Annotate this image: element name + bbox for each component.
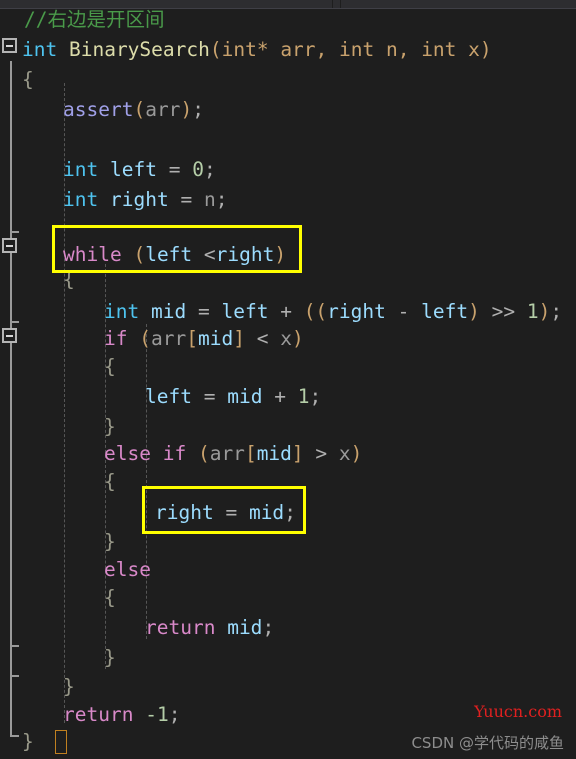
code-line-return-mid[interactable]: return mid; [145,613,274,643]
var-mid: mid [227,616,263,639]
code-line-open-brace-elseif[interactable]: { [104,467,116,497]
number-neg-one: -1 [145,703,169,726]
code-line-open-brace-else[interactable]: { [104,583,116,613]
watermark-site: Yuucn.com [474,702,562,721]
code-line-while[interactable]: while (left <right) [63,240,286,270]
code-line-signature[interactable]: int BinarySearch(int* arr, int n, int x) [22,35,492,65]
brace-glyph: { [22,68,34,91]
comment-text: //右边是开区间 [24,8,165,31]
keyword-return: return [63,703,134,726]
function-name: BinarySearch [68,38,210,61]
brace-glyph: { [104,586,116,609]
var-x: x [280,327,292,350]
macro-assert: assert [63,98,134,121]
var-right: right [327,300,386,323]
brace-glyph: } [22,730,34,753]
var-right: right [155,501,214,524]
var-mid: mid [256,442,292,465]
code-line-close-brace-else[interactable]: } [104,643,116,673]
var-mid: mid [197,327,234,350]
brace-glyph: } [104,530,116,553]
keyword-return: return [145,616,216,639]
code-line-right-decl[interactable]: int right = n; [63,185,227,215]
number-one: 1 [297,385,310,408]
code-line-open-brace-while[interactable]: { [63,265,75,295]
var-mid: mid [227,385,263,408]
brace-glyph: { [104,470,116,493]
code-line-left-decl[interactable]: int left = 0; [63,155,216,185]
var-arr: arr [209,442,245,465]
code-line-else[interactable]: else [104,555,151,585]
var-x: x [338,442,351,465]
code-line-assert[interactable]: assert(arr); [63,95,204,125]
var-left: left [109,158,157,181]
var-left: left [145,243,193,266]
keyword-int: int [22,38,58,61]
var-mid: mid [248,501,285,524]
var-n: n [203,188,216,211]
keyword-int: int [63,158,99,181]
keyword-else: else [104,442,151,465]
brace-match-highlight [55,730,67,754]
var-left: left [221,300,269,323]
code-content[interactable]: //右边是开区间 int BinarySearch(int* arr, int … [0,8,576,759]
keyword-else: else [104,558,151,581]
signature-params: (int* arr, int n, int x) [209,38,492,61]
var-right: right [215,243,275,266]
code-line-close-brace-fn[interactable]: } [22,727,34,757]
var-arr: arr [150,327,187,350]
code-line-comment[interactable]: //右边是开区间 [24,5,164,35]
number-one: 1 [526,300,539,323]
keyword-if: if [104,327,128,350]
var-arr: arr [145,98,181,121]
code-line-close-brace-elseif[interactable]: } [104,527,116,557]
code-line-return-neg-one[interactable]: return -1; [63,700,180,730]
code-line-if[interactable]: if (arr[mid] < x) [104,324,304,354]
keyword-int: int [104,300,140,323]
code-line-open-brace-if[interactable]: { [104,352,116,382]
watermark-csdn: CSDN @学代码的咸鱼 [411,734,564,752]
code-line-open-brace-fn[interactable]: { [22,65,34,95]
brace-glyph: } [104,646,116,669]
code-line-mid-calc[interactable]: int mid = left + ((right - left) >> 1); [104,297,562,327]
brace-glyph: } [63,675,75,698]
code-line-close-brace-while[interactable]: } [63,672,75,702]
brace-glyph: { [104,355,116,378]
var-mid: mid [150,300,187,323]
keyword-while: while [63,243,122,266]
code-editor[interactable]: //右边是开区间 int BinarySearch(int* arr, int … [0,8,576,759]
keyword-if: if [162,442,187,465]
code-line-right-assign[interactable]: right = mid; [155,498,296,528]
number-zero: 0 [192,158,204,181]
code-line-else-if[interactable]: else if (arr[mid] > x) [104,439,362,469]
brace-glyph: { [63,268,75,291]
var-left: left [421,300,469,323]
keyword-int: int [63,188,99,211]
var-left: left [145,385,192,408]
var-right: right [109,188,169,211]
code-line-close-brace-if[interactable]: } [104,412,116,442]
code-line-left-assign[interactable]: left = mid + 1; [145,382,321,412]
brace-glyph: } [104,415,116,438]
